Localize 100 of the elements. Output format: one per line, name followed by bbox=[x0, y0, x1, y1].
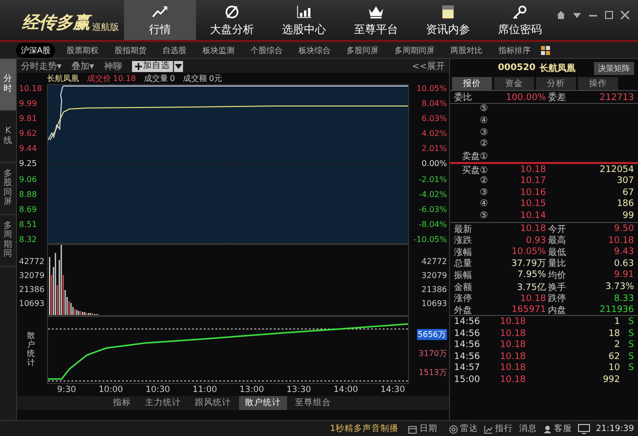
quote-tab[interactable]: 报价 bbox=[452, 77, 492, 90]
sub-tab[interactable]: 板块综合 bbox=[293, 42, 336, 58]
time-axis-label: 14:00 bbox=[334, 385, 358, 395]
stat-label: 最低 bbox=[547, 246, 567, 258]
plus-icon bbox=[135, 62, 142, 70]
tick-time: 14:57 bbox=[454, 363, 481, 374]
nav-tab[interactable]: 选股中心 bbox=[268, 0, 340, 40]
status-button[interactable]: 客服 bbox=[542, 423, 572, 435]
sub-tab[interactable]: 个股综合 bbox=[245, 42, 288, 58]
indicator-tab[interactable]: 主力统计 bbox=[139, 396, 187, 410]
volume-value: 0 bbox=[170, 74, 175, 83]
quote-tab[interactable]: 分析 bbox=[536, 77, 576, 90]
chart-icon bbox=[484, 424, 493, 434]
indicator-tab[interactable]: 散户统计 bbox=[239, 396, 287, 410]
tick-price: 10.18 bbox=[499, 340, 527, 350]
bid-level-label: ② bbox=[478, 176, 488, 186]
dropdown-icon[interactable] bbox=[572, 10, 582, 20]
time-axis-label: 13:00 bbox=[240, 385, 264, 395]
nav-tab[interactable]: 大盘分析 bbox=[196, 0, 268, 40]
side-tab[interactable]: 多股同屏 bbox=[0, 163, 16, 215]
toolbar-menu[interactable]: 分时走势▾ bbox=[21, 60, 62, 72]
sub-tab[interactable]: 自选股 bbox=[157, 42, 192, 58]
tick-volume: 10 bbox=[608, 363, 620, 374]
stat-label: 内盘 bbox=[547, 304, 567, 317]
stat-label: 跌停 bbox=[547, 292, 567, 306]
tick-volume: 18 bbox=[608, 328, 620, 339]
side-tab[interactable]: 多周期同 bbox=[0, 215, 16, 267]
sub-tab[interactable]: 股票期权 bbox=[61, 42, 104, 58]
indicator-tab[interactable]: 至尊组合 bbox=[289, 396, 337, 410]
percent-axis-label: -4.02% bbox=[418, 190, 447, 199]
stat-value: 10.18 bbox=[607, 236, 634, 246]
price-axis-label: 9.62 bbox=[19, 129, 38, 138]
tick-side: S bbox=[627, 363, 634, 374]
price-axis-label: 9.06 bbox=[19, 174, 38, 184]
sub-tab[interactable]: 多股同屏 bbox=[341, 42, 384, 58]
tick-price: 10.18 bbox=[499, 375, 527, 386]
quote-tab[interactable]: 资金 bbox=[494, 77, 534, 90]
time-axis-label: 10:00 bbox=[98, 385, 124, 395]
dropdown-button[interactable] bbox=[174, 60, 184, 72]
expand-link[interactable]: <<展开 bbox=[412, 60, 445, 72]
grid-icon[interactable] bbox=[541, 46, 550, 54]
tick-price: 10.18 bbox=[499, 317, 527, 328]
nav-tab[interactable]: 行情 bbox=[124, 0, 196, 40]
sub-tab[interactable]: 沪深A股 bbox=[16, 42, 56, 58]
status-button[interactable]: 消息 bbox=[518, 423, 537, 435]
close-icon[interactable] bbox=[620, 10, 630, 20]
time-axis-label: 13:30 bbox=[286, 385, 312, 395]
add-watchlist-button[interactable]: 加自选 bbox=[132, 60, 174, 72]
radar-icon bbox=[448, 424, 458, 434]
home-icon[interactable] bbox=[556, 10, 566, 20]
percent-axis-label: 0.00% bbox=[422, 159, 447, 168]
volume-axis-label: 32079 bbox=[422, 271, 447, 280]
stat-label: 均价 bbox=[547, 270, 567, 282]
bid-level-label: 买盘① bbox=[460, 164, 488, 176]
indicator-tab[interactable]: 跟风统计 bbox=[189, 396, 237, 410]
nav-tab[interactable]: 席位密码 bbox=[484, 0, 556, 40]
row-label: 委比 bbox=[454, 91, 473, 104]
sub-tab[interactable]: 指标排序 bbox=[493, 42, 536, 58]
nav-tab[interactable]: 资讯内参 bbox=[412, 0, 484, 40]
stat-value: 9.50 bbox=[612, 224, 634, 234]
stat-label: 总量 bbox=[454, 258, 473, 270]
toolbar-menu[interactable]: 神聊 bbox=[104, 60, 122, 72]
decision-matrix-button[interactable]: 决策矩阵 bbox=[594, 62, 634, 74]
price-axis-label: 9.99 bbox=[19, 99, 38, 108]
sub-tab[interactable]: 两股对比 bbox=[445, 42, 488, 58]
tick-time: 14:56 bbox=[454, 317, 481, 328]
price-axis-label: 10.18 bbox=[19, 84, 43, 93]
stat-label: 最新 bbox=[454, 224, 473, 236]
nav-tab[interactable]: 至尊平台 bbox=[340, 0, 412, 40]
stat-value: 10.18 bbox=[519, 224, 546, 234]
status-button[interactable]: 雷达 bbox=[448, 423, 478, 435]
time-axis-label: 9:30 bbox=[57, 385, 76, 395]
price-axis-label: 8.69 bbox=[19, 204, 38, 214]
stat-value: 8.33 bbox=[612, 294, 634, 304]
sub-tab[interactable]: 股指期货 bbox=[109, 42, 152, 58]
maximize-icon[interactable] bbox=[604, 10, 614, 20]
bid-volume: 212054 bbox=[598, 165, 634, 176]
bid-level-label: ③ bbox=[478, 188, 488, 198]
bid-volume: 307 bbox=[616, 176, 634, 186]
percent-axis-label: -8.04% bbox=[418, 220, 447, 229]
side-tab[interactable]: K线 bbox=[0, 111, 16, 163]
price-axis-label: 8.88 bbox=[19, 190, 38, 199]
volume-axis-label: 42772 bbox=[19, 257, 45, 266]
trend-icon bbox=[151, 4, 169, 20]
indicator-tab[interactable]: 指标 bbox=[107, 396, 137, 410]
sub-tab[interactable]: 多周期同屏 bbox=[389, 42, 440, 58]
status-button[interactable]: 指行 bbox=[484, 423, 513, 435]
stat-label: 今开 bbox=[547, 224, 567, 236]
stock-name: 长航凤凰 bbox=[540, 62, 576, 74]
date-button[interactable]: 日期 bbox=[408, 423, 438, 435]
side-tab[interactable]: 分时 bbox=[0, 59, 16, 111]
toolbar-menu[interactable]: 叠加▾ bbox=[72, 60, 94, 72]
status-message: 1秒精多声音制播 bbox=[330, 423, 398, 435]
sub-tab[interactable]: 板块监测 bbox=[197, 42, 240, 58]
volume-axis-label: 21386 bbox=[422, 285, 447, 294]
percent-axis-label: 8.04% bbox=[422, 99, 447, 108]
time-axis-label: 14:30 bbox=[380, 385, 405, 395]
quote-tab[interactable]: 操作 bbox=[578, 77, 618, 90]
time-axis-label: 10:30 bbox=[146, 385, 170, 395]
ask-level-label: ③ bbox=[478, 128, 488, 138]
